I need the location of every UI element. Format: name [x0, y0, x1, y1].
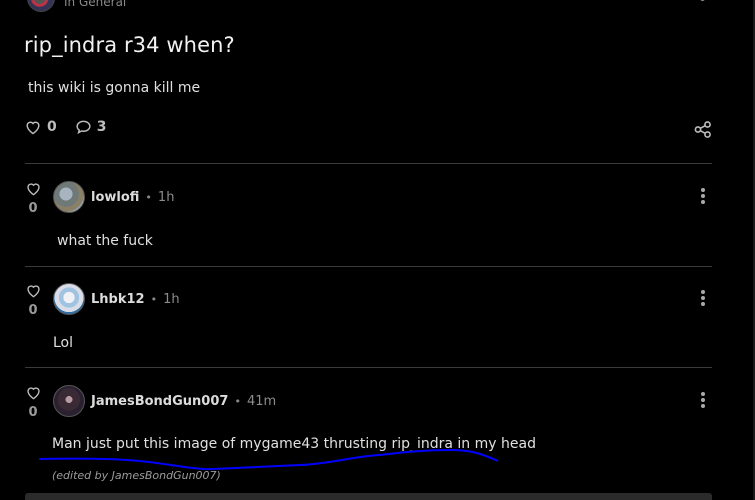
comment-author[interactable]: lowlofi	[91, 190, 139, 205]
post-header: In General	[27, 0, 126, 12]
post-more-icon[interactable]	[700, 0, 705, 1]
comment-count: 3	[96, 119, 107, 135]
comments-button[interactable]: 3	[75, 119, 107, 135]
comment-bubble-icon	[76, 120, 91, 135]
comment-vote: 0	[24, 181, 42, 216]
divider	[25, 367, 712, 368]
heart-icon[interactable]	[25, 283, 42, 298]
hand-drawn-underline	[38, 448, 499, 471]
kebab-icon[interactable]	[700, 188, 706, 204]
separator-dot: •	[234, 395, 241, 408]
share-button[interactable]	[694, 121, 712, 142]
comment-text: what the fuck	[57, 233, 153, 249]
community-label[interactable]: In General	[64, 0, 126, 9]
heart-icon[interactable]	[25, 181, 42, 196]
reply-bar[interactable]	[25, 493, 712, 500]
share-icon	[694, 121, 711, 138]
heart-icon[interactable]	[25, 385, 42, 400]
like-button[interactable]: 0	[24, 119, 57, 135]
comment-meta: lowlofi • 1h	[91, 190, 174, 205]
vote-count: 0	[28, 303, 38, 318]
post-actions: 0 3	[24, 119, 121, 135]
comment-author[interactable]: JamesBondGun007	[91, 394, 228, 409]
comment-meta: Lhbk12 • 1h	[91, 292, 180, 307]
divider	[25, 266, 712, 267]
divider	[25, 163, 712, 164]
separator-dot: •	[150, 293, 158, 306]
vote-count: 0	[28, 201, 38, 216]
comment-meta: JamesBondGun007 • 41m	[91, 394, 276, 409]
heart-icon	[26, 121, 40, 135]
blue-pen-stroke	[38, 448, 499, 471]
post-title: rip_indra r34 when?	[24, 33, 235, 57]
comment-vote: 0	[24, 283, 42, 318]
separator-dot: •	[145, 191, 152, 204]
comment-vote: 0	[24, 385, 42, 420]
vote-count: 0	[28, 405, 38, 420]
like-count: 0	[47, 119, 57, 135]
kebab-icon[interactable]	[700, 392, 706, 408]
post-body: this wiki is gonna kill me	[28, 80, 201, 96]
comment-time: 41m	[246, 394, 277, 409]
comment-author[interactable]: Lhbk12	[91, 292, 145, 307]
post-author-avatar[interactable]	[27, 0, 55, 12]
avatar[interactable]	[53, 181, 85, 213]
comment-time: 1h	[163, 292, 180, 307]
comment-text: Lol	[53, 335, 74, 351]
kebab-icon[interactable]	[700, 290, 706, 306]
avatar[interactable]	[53, 385, 85, 417]
avatar[interactable]	[53, 283, 85, 315]
comment-time: 1h	[157, 190, 175, 205]
